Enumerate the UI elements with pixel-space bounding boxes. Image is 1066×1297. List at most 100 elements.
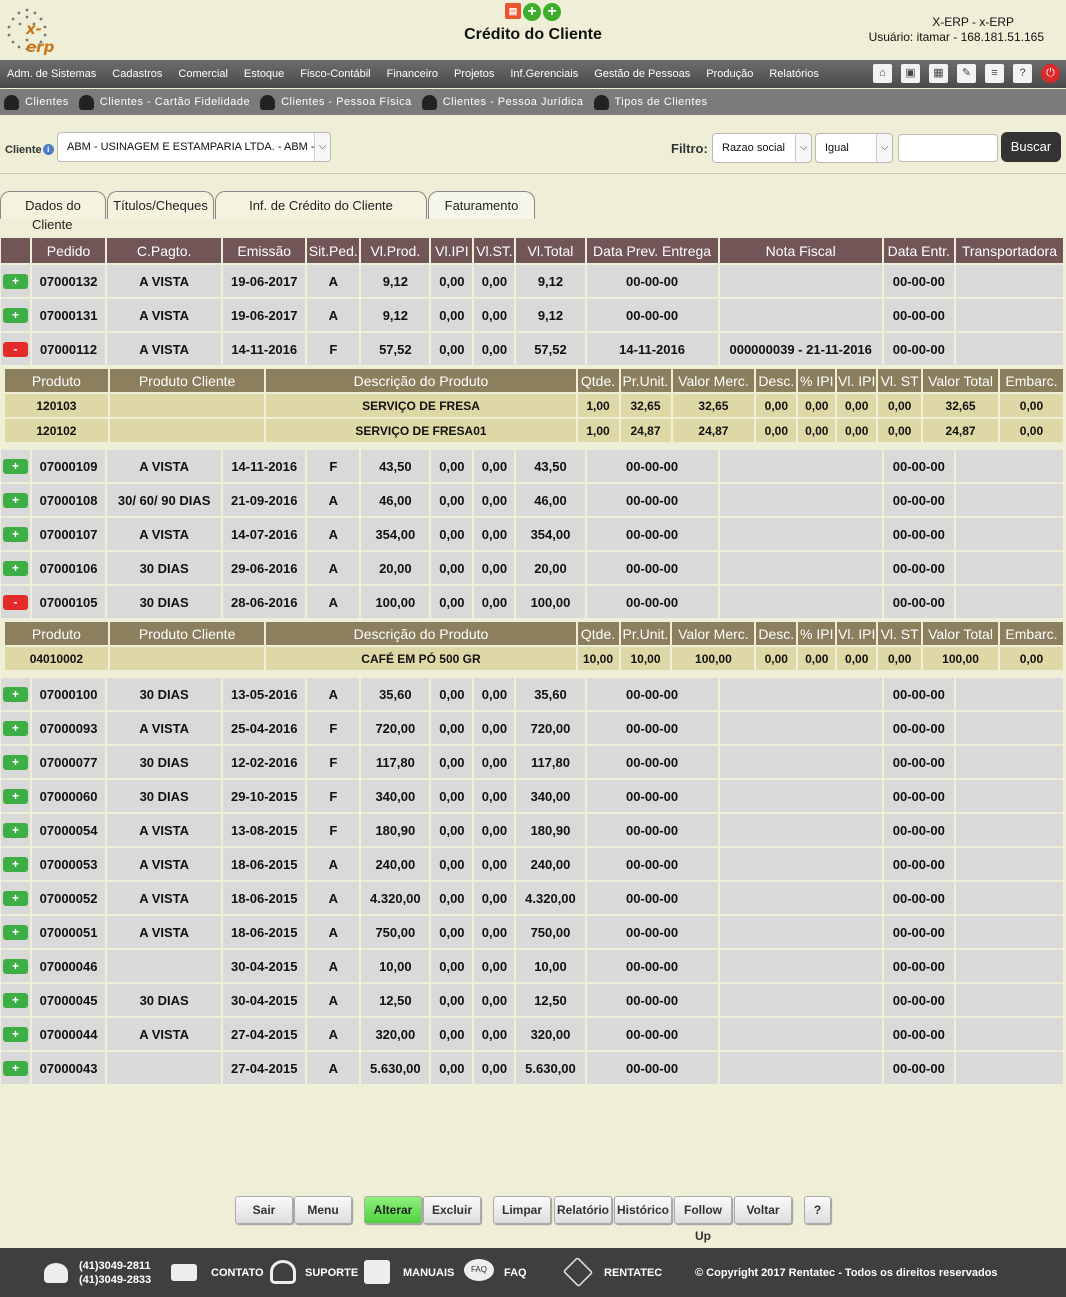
expand-button[interactable]: + (3, 459, 28, 474)
order-row[interactable]: -07000105 30 DIAS 28-06-2016 A 100,00 0,00 0,0… (1, 586, 1063, 620)
expand-button[interactable]: + (3, 274, 28, 289)
rentatec-link[interactable]: RENTATEC (604, 1267, 662, 1279)
expand-button[interactable]: + (3, 857, 28, 872)
followup-button[interactable]: Follow Up (674, 1196, 732, 1243)
faq-link[interactable]: FAQ (504, 1267, 527, 1279)
order-row[interactable]: +07000060 30 DIAS 29-10-2015 F 340,00 0,00 0,0… (1, 780, 1063, 814)
expand-button[interactable]: + (3, 721, 28, 736)
order-row[interactable]: +07000053 A VISTA 18-06-2015 A 240,00 0,00 0,0… (1, 848, 1063, 882)
buscar-button[interactable]: Buscar (1001, 132, 1061, 162)
order-row[interactable]: +07000100 30 DIAS 13-05-2016 A 35,60 0,00 0,00… (1, 678, 1063, 712)
menu-fisco-contabil[interactable]: Fisco-Contábil (292, 68, 378, 80)
order-cell: 0,00 (474, 299, 515, 333)
order-cell (107, 1052, 222, 1086)
order-row[interactable]: +07000051 A VISTA 18-06-2015 A 750,00 0,00 0,0… (1, 916, 1063, 950)
order-row[interactable]: +07000108 30/ 60/ 90 DIAS 21-09-2016 A 46,00… (1, 484, 1063, 518)
excluir-button[interactable]: Excluir (423, 1196, 481, 1224)
order-row[interactable]: +07000052 A VISTA 18-06-2015 A 4.320,00 0,00 0… (1, 882, 1063, 916)
sair-button[interactable]: Sair (235, 1196, 293, 1224)
collapse-button[interactable]: - (3, 595, 28, 610)
add-circle-icon-2[interactable]: + (543, 3, 561, 21)
help-icon[interactable]: ? (1013, 64, 1032, 83)
order-row[interactable]: +07000044 A VISTA 27-04-2015 A 320,00 0,00 0,0… (1, 1018, 1063, 1052)
menu-producao[interactable]: Produção (698, 68, 761, 80)
search-input[interactable] (898, 134, 998, 162)
cliente-select[interactable]: ABM - USINAGEM E ESTAMPARIA LTDA. - ABM … (57, 132, 331, 162)
menu-comercial[interactable]: Comercial (170, 68, 236, 80)
order-row[interactable]: +07000106 30 DIAS 29-06-2016 A 20,00 0,00 0,00… (1, 552, 1063, 586)
expand-button[interactable]: + (3, 925, 28, 940)
order-cell: 27-04-2015 (223, 1052, 306, 1086)
limpar-button[interactable]: Limpar (493, 1196, 551, 1224)
menu-financeiro[interactable]: Financeiro (379, 68, 446, 80)
alterar-button[interactable]: Alterar (364, 1196, 422, 1224)
order-row[interactable]: +07000045 30 DIAS 30-04-2015 A 12,50 0,00 0,00… (1, 984, 1063, 1018)
expand-button[interactable]: + (3, 527, 28, 542)
filtro-campo-select[interactable]: Razao social ⌵ (712, 133, 812, 163)
order-row[interactable]: +07000107 A VISTA 14-07-2016 A 354,00 0,00 0,0… (1, 518, 1063, 552)
document-icon[interactable]: ▤ (505, 3, 521, 19)
order-row[interactable]: +07000077 30 DIAS 12-02-2016 F 117,80 0,00 0,0… (1, 746, 1063, 780)
tab-credito-cliente[interactable]: Inf. de Crédito do Cliente (215, 191, 427, 219)
suporte-link[interactable]: SUPORTE (305, 1267, 358, 1279)
expand-button[interactable]: + (3, 1061, 28, 1076)
manuais-link[interactable]: MANUAIS (403, 1267, 454, 1279)
product-row[interactable]: 120102 SERVIÇO DE FRESA01 1,00 24,87 24,87 0,… (5, 419, 1063, 444)
product-row[interactable]: 04010002 CAFÉ EM PÓ 500 GR 10,00 10,00 100,0… (5, 647, 1063, 672)
submenu-pessoa-juridica[interactable]: Clientes - Pessoa Jurídica (417, 94, 589, 110)
expand-button[interactable]: + (3, 493, 28, 508)
power-icon[interactable]: ⏻ (1041, 64, 1060, 83)
menu-estoque[interactable]: Estoque (236, 68, 292, 80)
calculator-icon[interactable]: ▦ (929, 64, 948, 83)
menu-adm-sistemas[interactable]: Adm. de Sistemas (0, 68, 104, 80)
historico-button[interactable]: Histórico (614, 1196, 672, 1224)
expand-button[interactable]: + (3, 823, 28, 838)
order-row[interactable]: +07000109 A VISTA 14-11-2016 F 43,50 0,00 0,00… (1, 450, 1063, 484)
expand-button[interactable]: + (3, 789, 28, 804)
expand-button[interactable]: + (3, 891, 28, 906)
submenu-tipos-clientes[interactable]: Tipos de Clientes (589, 94, 713, 110)
order-row[interactable]: +07000132 A VISTA 19-06-2017 A 9,12 0,00 0,00 9… (1, 265, 1063, 299)
expand-button[interactable]: + (3, 687, 28, 702)
submenu-cartao-fidelidade[interactable]: Clientes - Cartão Fidelidade (74, 94, 255, 110)
submenu-clientes[interactable]: Clientes (0, 94, 74, 110)
product-cell: 0,00 (798, 419, 836, 444)
expand-button[interactable]: + (3, 561, 28, 576)
tab-titulos-cheques[interactable]: Títulos/Cheques (107, 191, 214, 219)
save-icon[interactable]: ▣ (901, 64, 920, 83)
order-cell: A VISTA (107, 848, 222, 882)
submenu-pessoa-fisica[interactable]: Clientes - Pessoa Física (255, 94, 417, 110)
menu-relatorios[interactable]: Relatórios (761, 68, 827, 80)
menu-gestao-pessoas[interactable]: Gestão de Pessoas (586, 68, 698, 80)
order-row[interactable]: +07000054 A VISTA 13-08-2015 F 180,90 0,00 0,0… (1, 814, 1063, 848)
order-row[interactable]: +07000131 A VISTA 19-06-2017 A 9,12 0,00 0,00 9… (1, 299, 1063, 333)
expand-button[interactable]: + (3, 755, 28, 770)
info-icon[interactable]: i (42, 144, 54, 155)
menu-projetos[interactable]: Projetos (446, 68, 502, 80)
order-row[interactable]: +07000046 30-04-2015 A 10,00 0,00 0,00 10,00 00… (1, 950, 1063, 984)
home-icon[interactable]: ⌂ (873, 64, 892, 83)
edit-document-icon[interactable]: ✎ (957, 64, 976, 83)
voltar-button[interactable]: Voltar (734, 1196, 792, 1224)
menu-inf-gerenciais[interactable]: Inf.Gerenciais (502, 68, 586, 80)
products-column-header: Qtde. (577, 369, 619, 394)
expand-button[interactable]: + (3, 1027, 28, 1042)
document-icon[interactable]: ≡ (985, 64, 1004, 83)
relatorio-button[interactable]: Relatório (554, 1196, 612, 1224)
filtro-operador-select[interactable]: Igual ⌵ (815, 133, 893, 163)
menu-button[interactable]: Menu (294, 1196, 352, 1224)
expand-button[interactable]: + (3, 308, 28, 323)
tab-faturamento[interactable]: Faturamento (428, 191, 535, 219)
expand-button[interactable]: + (3, 959, 28, 974)
order-row[interactable]: -07000112 A VISTA 14-11-2016 F 57,52 0,00 0,00… (1, 333, 1063, 367)
collapse-button[interactable]: - (3, 342, 28, 357)
expand-button[interactable]: + (3, 993, 28, 1008)
add-circle-icon[interactable]: + (523, 3, 541, 21)
contato-link[interactable]: CONTATO (211, 1267, 264, 1279)
product-row[interactable]: 120103 SERVIÇO DE FRESA 1,00 32,65 32,65 0,00… (5, 394, 1063, 419)
order-row[interactable]: +07000093 A VISTA 25-04-2016 F 720,00 0,00 0,0… (1, 712, 1063, 746)
menu-cadastros[interactable]: Cadastros (104, 68, 170, 80)
tab-dados-cliente[interactable]: Dados do (0, 191, 106, 219)
order-row[interactable]: +07000043 27-04-2015 A 5.630,00 0,00 0,00 5.63… (1, 1052, 1063, 1086)
help-button[interactable]: ? (804, 1196, 831, 1224)
